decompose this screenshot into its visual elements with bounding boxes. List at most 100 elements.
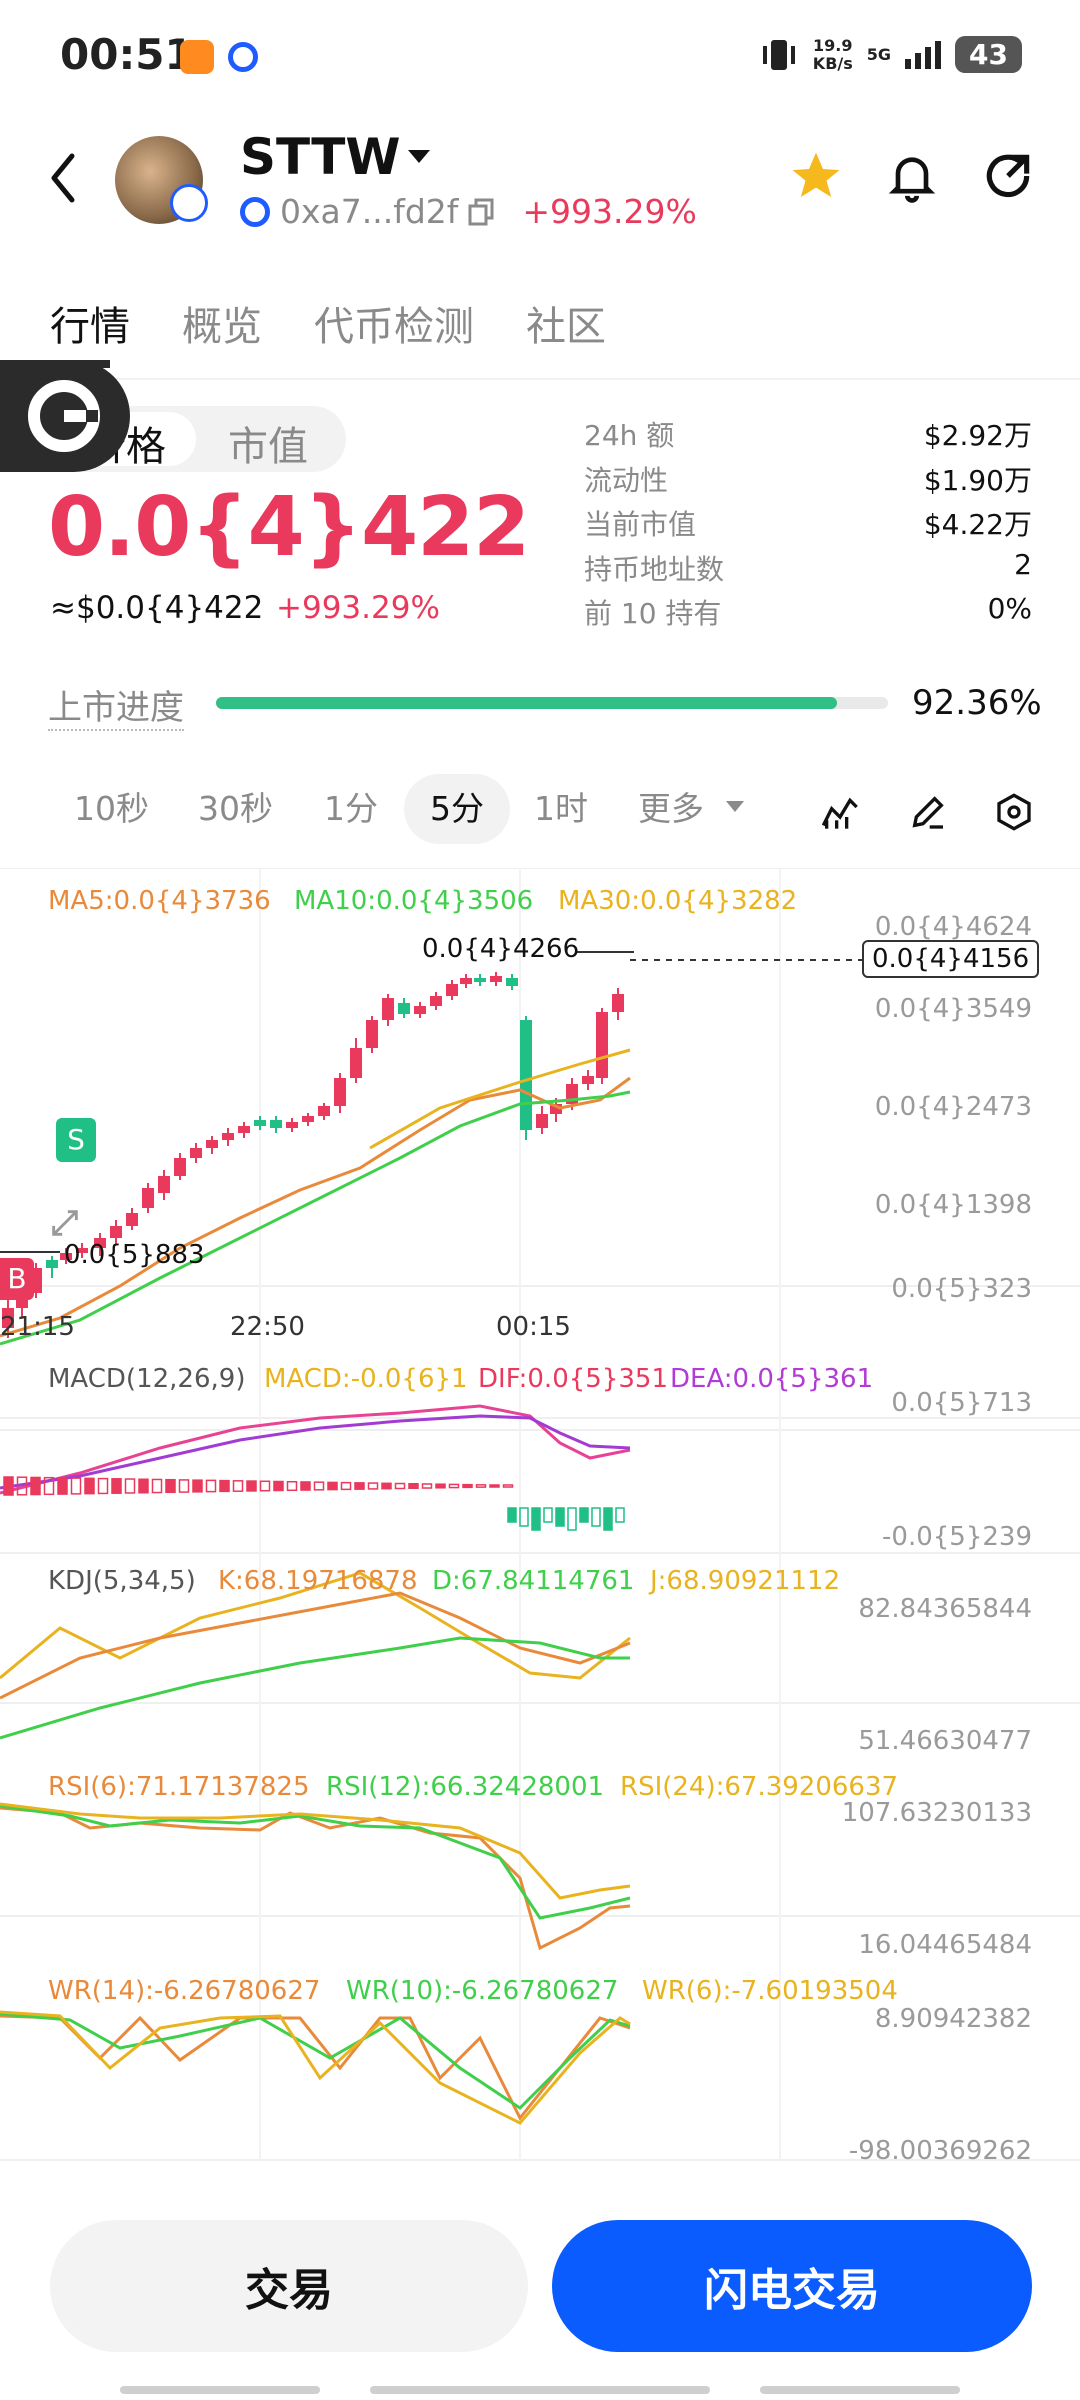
macd-bar bbox=[327, 1481, 338, 1491]
timeframe-30s[interactable]: 30秒 bbox=[198, 782, 273, 830]
candle-body bbox=[206, 1140, 218, 1148]
macd-bar bbox=[259, 1480, 271, 1492]
vibrate-icon bbox=[762, 39, 795, 70]
indicator-icon[interactable] bbox=[820, 792, 860, 832]
listing-progress-label[interactable]: 上市进度 bbox=[48, 680, 184, 731]
candle-body bbox=[414, 1006, 426, 1014]
kdj-y-top: 82.84365844 bbox=[858, 1594, 1032, 1624]
chevron-down-icon[interactable] bbox=[408, 150, 430, 163]
macd-bar bbox=[70, 1477, 82, 1495]
app-badge-icon bbox=[228, 42, 258, 72]
macd-bar bbox=[531, 1507, 541, 1531]
floating-logo-icon[interactable] bbox=[0, 360, 130, 472]
y-axis-label: 0.0{4}1398 bbox=[874, 1190, 1032, 1220]
back-icon[interactable] bbox=[48, 150, 78, 206]
flash-trade-button[interactable]: 闪电交易 bbox=[552, 2220, 1032, 2352]
buy-marker[interactable]: B bbox=[0, 1258, 34, 1300]
macd-bar bbox=[448, 1483, 460, 1489]
signal-icon bbox=[905, 40, 942, 69]
app-badge-icon bbox=[180, 40, 214, 74]
low-price-label: 0.0{5}883 bbox=[64, 1240, 205, 1270]
price-chart[interactable] bbox=[0, 868, 1080, 2168]
wr6: WR(6):-7.60193504 bbox=[642, 1976, 898, 2006]
bell-icon[interactable] bbox=[884, 148, 940, 204]
stat-row: 持币地址数 2 bbox=[584, 547, 1032, 586]
tab-community[interactable]: 社区 bbox=[526, 294, 606, 352]
candle-body bbox=[490, 976, 502, 982]
home-indicator bbox=[760, 2386, 960, 2394]
candle-body bbox=[254, 1120, 266, 1126]
copy-icon[interactable] bbox=[468, 198, 494, 226]
sell-marker[interactable]: S bbox=[56, 1118, 96, 1162]
candle-body bbox=[46, 1260, 58, 1268]
draw-pen-icon[interactable] bbox=[908, 792, 948, 832]
current-price: 0.0{4}422 bbox=[48, 480, 530, 575]
timeframe-5m[interactable]: 5分 bbox=[430, 782, 484, 830]
timeframe-10s[interactable]: 10秒 bbox=[74, 782, 149, 830]
macd-bar bbox=[603, 1507, 613, 1531]
candle-body bbox=[596, 1012, 608, 1078]
chevron-down-icon[interactable] bbox=[726, 801, 744, 812]
timeframe-more[interactable]: 更多 bbox=[638, 782, 704, 830]
stat-row: 前 10 持有 0% bbox=[584, 592, 1032, 630]
macd-bar bbox=[475, 1484, 487, 1488]
wr-y-bottom: -98.00369262 bbox=[848, 2136, 1032, 2166]
token-change: +993.29% bbox=[522, 192, 697, 231]
tab-overview[interactable]: 概览 bbox=[182, 294, 262, 352]
toggle-mcap[interactable]: 市值 bbox=[228, 414, 308, 472]
kdj-j: J:68.90921112 bbox=[650, 1566, 841, 1596]
tab-market[interactable]: 行情 bbox=[50, 294, 130, 352]
address-row: 0xa7...fd2f +993.29% bbox=[240, 192, 697, 231]
wr-y-top: 8.90942382 bbox=[874, 2004, 1032, 2034]
candle-body bbox=[318, 1106, 330, 1116]
macd-bar bbox=[3, 1476, 14, 1496]
share-icon[interactable] bbox=[980, 148, 1036, 204]
candle-body bbox=[520, 1020, 532, 1130]
candle-body bbox=[350, 1048, 362, 1078]
y-axis-label: 0.0{4}2473 bbox=[874, 1092, 1032, 1122]
current-price-tag: 0.0{4}4156 bbox=[862, 940, 1040, 978]
settings-hex-icon[interactable] bbox=[994, 792, 1034, 832]
macd-dif: DIF:0.0{5}351 bbox=[478, 1364, 668, 1394]
token-name[interactable]: STTW bbox=[240, 128, 401, 186]
timeframe-bar: 10秒 30秒 1分 5分 1时 更多 bbox=[50, 782, 750, 832]
trade-button[interactable]: 交易 bbox=[50, 2220, 528, 2352]
expand-icon[interactable] bbox=[48, 1206, 82, 1240]
ma5-line bbox=[0, 1076, 631, 1338]
macd-bar bbox=[462, 1483, 473, 1489]
tab-token-check[interactable]: 代币检测 bbox=[314, 294, 474, 352]
macd-bar bbox=[615, 1507, 625, 1523]
macd-bar bbox=[354, 1482, 365, 1490]
candle-body bbox=[126, 1213, 138, 1226]
stats-panel: 24h 额 $2.92万 流动性 $1.90万 当前市值 $4.22万 持币地址数 2 … bbox=[584, 414, 1032, 637]
candle-body bbox=[366, 1020, 378, 1048]
macd-bar bbox=[151, 1478, 163, 1494]
macd-bar bbox=[192, 1479, 203, 1493]
macd-bar bbox=[367, 1482, 379, 1490]
macd-bar bbox=[111, 1478, 122, 1494]
candle-body bbox=[302, 1116, 314, 1122]
timeframe-1m[interactable]: 1分 bbox=[324, 782, 378, 830]
macd-bar bbox=[30, 1476, 41, 1496]
macd-title: MACD(12,26,9) bbox=[48, 1364, 246, 1394]
macd-dea: DEA:0.0{5}361 bbox=[670, 1364, 874, 1394]
stat-row: 当前市值 $4.22万 bbox=[584, 508, 1032, 541]
y-axis-label: 0.0{4}3549 bbox=[874, 994, 1032, 1024]
star-icon[interactable] bbox=[788, 148, 844, 204]
price-usd: ≈$0.0{4}422 bbox=[50, 590, 264, 626]
candle-body bbox=[286, 1122, 298, 1128]
status-indicators: 19.9 KB/s 5G 43 bbox=[759, 36, 1022, 73]
rsi6: RSI(6):71.17137825 bbox=[48, 1772, 310, 1802]
status-time: 00:51 bbox=[60, 30, 194, 79]
macd-bar bbox=[165, 1478, 176, 1494]
ma30-legend: MA30:0.0{4}3282 bbox=[558, 886, 798, 916]
y-axis-label: 0.0{5}323 bbox=[891, 1274, 1032, 1304]
x-axis-label: 21:15 bbox=[0, 1312, 75, 1342]
macd-bar bbox=[435, 1483, 446, 1489]
y-axis-label: 0.0{4}4624 bbox=[874, 912, 1032, 942]
macd-bar bbox=[567, 1507, 577, 1531]
timeframe-1h[interactable]: 1时 bbox=[534, 782, 588, 830]
macd-bar bbox=[219, 1479, 230, 1493]
rsi6-line bbox=[0, 1806, 631, 1951]
kdj-k: K:68.19716878 bbox=[218, 1566, 418, 1596]
